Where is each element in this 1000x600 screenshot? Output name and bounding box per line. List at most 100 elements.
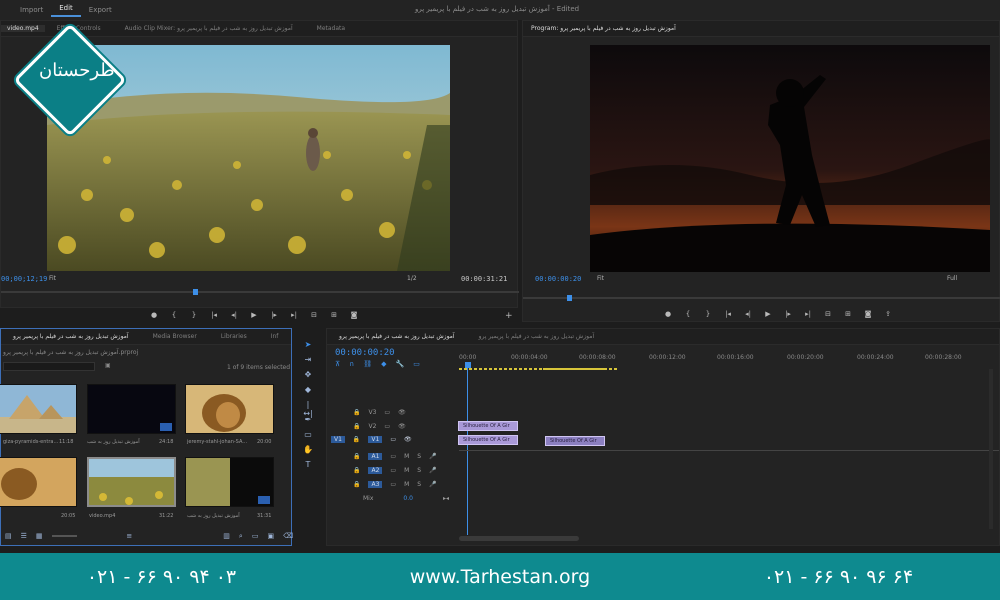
timeline-timecode[interactable]: 00:00:00:20 [335,348,395,358]
thumb-pyramids[interactable] [0,384,77,434]
step-forward-icon[interactable]: |▸ [783,310,793,318]
step-back-icon[interactable]: ◂| [743,310,753,318]
sync-icon[interactable]: ▭ [384,423,390,430]
tab-effect-controls[interactable]: Effect Controls [45,25,113,32]
camera-icon[interactable]: ◙ [349,311,359,319]
tab-source[interactable]: video.mp4 [1,25,45,32]
tab-program[interactable]: Program: آموزش تبدیل روز به شب در فیلم ب… [523,25,684,32]
play-icon[interactable]: ▶ [763,310,773,318]
clip-v1-2[interactable]: Silhouette Of A Gir [545,436,605,446]
solo-icon[interactable]: S [417,467,421,474]
tab-info[interactable]: Inf [259,333,291,340]
step-forward-icon[interactable]: |▸ [269,311,279,319]
source-playhead[interactable] [193,289,198,295]
add-marker-icon[interactable]: ◆ [381,360,386,368]
tab-timeline-sequence[interactable]: آموزش تبدیل روز به شب در فیلم با پریمیر … [327,333,467,340]
wrench-icon[interactable]: 🔧 [396,360,405,368]
mute-icon[interactable]: M [404,453,409,460]
list-view-icon[interactable]: ☰ [21,532,27,540]
footer-website[interactable]: www.Tarhestan.org [410,566,590,588]
timeline-vscroll[interactable] [989,369,993,529]
source-resolution-select[interactable]: 1/2 [407,275,417,282]
sync-icon[interactable]: ▭ [390,453,396,460]
mark-in-icon[interactable]: { [683,310,693,318]
tab-audio-clip-mixer[interactable]: Audio Clip Mixer: آموزش تبدیل روز به شب … [113,25,305,32]
mix-end-icon[interactable]: ▸◂ [443,495,449,502]
project-search-input[interactable] [3,362,95,371]
track-select-icon[interactable]: ⇥ [302,355,314,367]
mic-icon[interactable]: 🎤 [429,481,436,488]
solo-icon[interactable]: S [417,453,421,460]
sync-icon[interactable]: ▭ [390,481,396,488]
timeline-ruler[interactable]: 00:00 00:00:04:00 00:00:08:00 00:00:12:0… [459,352,999,366]
source-timecode-in[interactable]: 00;00;12;19 [1,275,47,283]
timeline-playhead-handle[interactable] [465,362,471,368]
slip-icon[interactable]: |↔| [302,400,314,418]
track-a1-label[interactable]: A1 [368,453,383,460]
tab-project[interactable]: آموزش تبدیل روز به شب در فیلم با پریمیر … [1,333,141,340]
new-bin-icon[interactable]: ▭ [252,532,259,540]
find-icon[interactable]: ⌕ [239,532,243,541]
eye-icon[interactable]: 👁 [398,423,406,430]
automate-icon[interactable]: ▥ [223,532,230,540]
go-to-in-icon[interactable]: |◂ [723,310,733,318]
program-timecode[interactable]: 00:00:00:20 [535,275,581,283]
nest-icon[interactable]: ⊼ [335,360,340,368]
menu-export[interactable]: Export [81,6,120,14]
add-button-icon[interactable]: + [505,311,513,321]
mute-icon[interactable]: M [404,467,409,474]
lock-icon[interactable]: 🔒 [353,436,360,443]
lock-icon[interactable]: 🔒 [353,423,360,430]
tab-media-browser[interactable]: Media Browser [141,333,209,340]
mute-icon[interactable]: M [404,481,409,488]
program-fit-select[interactable]: Fit [597,275,604,282]
mix-value[interactable]: 0.0 [403,495,413,502]
clip-v1[interactable]: Silhouette Of A Gir [458,435,518,445]
zoom-slider[interactable] [51,535,78,537]
captions-icon[interactable]: ▭ [413,360,420,368]
timeline-hscroll[interactable] [459,536,579,541]
mic-icon[interactable]: 🎤 [429,467,436,474]
tab-timeline-sequence-2[interactable]: آموزش تبدیل روز به شب در فیلم با پریمیر … [467,333,607,340]
marker-icon[interactable]: ● [663,310,673,318]
lock-icon[interactable]: 🔒 [353,453,360,460]
tab-libraries[interactable]: Libraries [209,333,259,340]
program-playhead[interactable] [567,295,572,301]
mark-out-icon[interactable]: } [703,310,713,318]
icon-view-icon[interactable]: ▦ [36,532,43,540]
mic-icon[interactable]: 🎤 [429,453,436,460]
type-icon[interactable]: T [302,460,314,472]
lift-icon[interactable]: ⊟ [823,310,833,318]
menu-edit[interactable]: Edit [51,4,81,17]
thumb-video-selected[interactable] [87,457,176,507]
insert-icon[interactable]: ⊟ [309,311,319,319]
mark-out-icon[interactable]: } [189,311,199,319]
mark-in-icon[interactable]: { [169,311,179,319]
thumb-sequence[interactable] [87,384,176,434]
tab-metadata[interactable]: Metadata [305,25,357,32]
sync-icon[interactable]: ▭ [390,467,396,474]
lock-icon[interactable]: 🔒 [353,481,360,488]
camera-icon[interactable]: ◙ [863,310,873,318]
menu-import[interactable]: Import [12,6,51,14]
marker-icon[interactable]: ● [149,311,159,319]
step-back-icon[interactable]: ◂| [229,311,239,319]
pen-icon[interactable]: ✒ [302,415,314,427]
track-a2-label[interactable]: A2 [368,467,383,474]
play-icon[interactable]: ▶ [249,311,259,319]
track-v1-label[interactable]: V1 [368,436,383,443]
source-scrubber[interactable] [1,291,519,293]
sync-icon[interactable]: ▭ [384,409,390,416]
overwrite-icon[interactable]: ⊞ [329,311,339,319]
sort-icon[interactable]: ≡ [126,532,132,540]
razor-icon[interactable]: ◆ [302,385,314,397]
snap-icon[interactable]: ∩ [349,360,354,368]
linked-select-icon[interactable]: ⛓ [363,360,372,368]
thumb-lion[interactable] [185,384,274,434]
solo-icon[interactable]: S [417,481,421,488]
lock-icon[interactable]: 🔒 [353,409,360,416]
hand-icon[interactable]: ✋ [302,445,314,457]
go-to-out-icon[interactable]: ▸| [289,311,299,319]
clip-v2[interactable]: Silhouette Of A Gir [458,421,518,431]
thumb-sequence-2[interactable] [185,457,274,507]
